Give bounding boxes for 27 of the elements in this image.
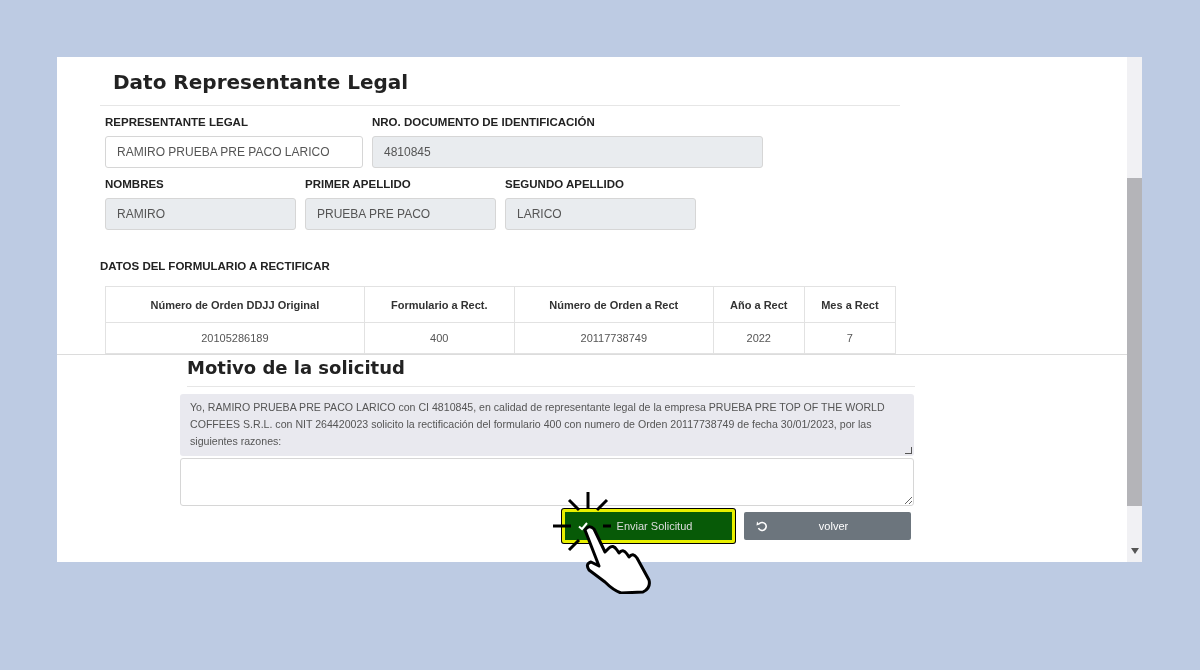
text-field[interactable]: RAMIRO PRUEBA PRE PACO LARICO: [105, 136, 363, 168]
table-cell: 7: [804, 322, 896, 354]
section-title: Motivo de la solicitud: [187, 355, 915, 387]
field-label: SEGUNDO APELLIDO: [505, 178, 626, 190]
check-icon: [577, 520, 589, 532]
column-header: Número de Orden a Rect: [514, 286, 714, 323]
table-title: DATOS DEL FORMULARIO A RECTIFICAR: [100, 260, 331, 272]
scrollbar[interactable]: [1127, 57, 1142, 562]
table-cell: 400: [364, 322, 515, 354]
field-label: REPRESENTANTE LEGAL: [105, 116, 249, 128]
column-header: Formulario a Rect.: [364, 286, 515, 323]
section-title: Dato Representante Legal: [100, 67, 900, 106]
field-label: NRO. DOCUMENTO DE IDENTIFICACIÓN: [372, 116, 596, 128]
undo-icon: [756, 520, 768, 532]
column-header: Mes a Rect: [804, 286, 896, 323]
table-cell: 20117738749: [514, 322, 714, 354]
column-header: Año a Rect: [713, 286, 805, 323]
field-label: PRIMER APELLIDO: [305, 178, 412, 190]
scroll-down-icon[interactable]: [1130, 548, 1139, 554]
column-header: Número de Orden DDJJ Original: [105, 286, 365, 323]
field-label: NOMBRES: [105, 178, 165, 190]
table-cell: 20105286189: [105, 322, 365, 354]
submit-button[interactable]: Enviar Solicitud: [562, 509, 735, 543]
message-text: Yo, RAMIRO PRUEBA PRE PACO LARICO con CI 4810845, en calidad de representante legal de la empresa PRUEBA PRE TOP OF THE WORLD COFFEES S.R.L. con NIT 264420023 solicito la rectificación del formulario 400 con numero de Orden 20117738749 de fecha 30/01/2023, por las siguientes razones:: [190, 400, 886, 449]
message-textarea[interactable]: [180, 394, 914, 456]
table-cell: 2022: [713, 322, 805, 354]
back-button[interactable]: volver: [744, 512, 911, 540]
